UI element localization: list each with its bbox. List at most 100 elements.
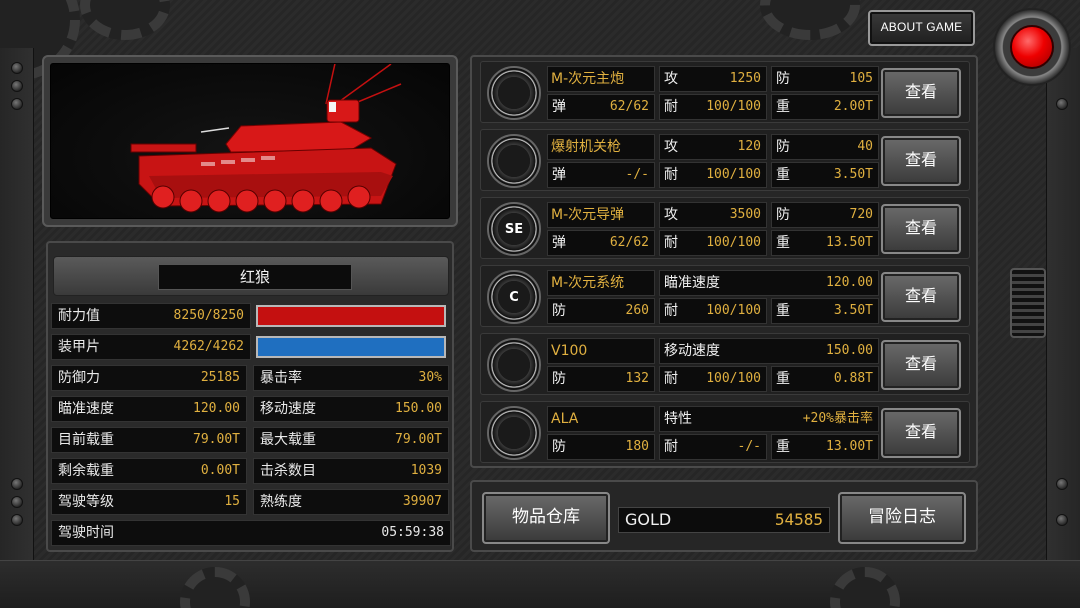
weight-cell: 重 13.50T [771,230,879,256]
weight-cell: 重 2.00T [771,94,879,120]
equipment-row: V100 移动速度 150.00 防 132 耐 100/100 重 0.88T 查看 [480,333,970,395]
stat-value: 30% [418,370,442,385]
durability-cell: 耐 100/100 [659,298,767,324]
ammo-value: 132 [625,371,649,386]
equipment-name-cell: M-次元导弹 [547,202,655,228]
defense-label: 防 [776,207,790,223]
right-rail [1046,48,1080,568]
ammo-cell: 防 260 [547,298,655,324]
equipment-attr-cell: 瞄准速度 120.00 [659,270,879,296]
main-cannon-icon [487,66,541,120]
about-game-button[interactable]: ABOUT GAME [868,10,975,46]
stat-cell: 击杀数目 1039 [253,458,449,484]
weight-label: 重 [776,303,790,319]
view-button[interactable]: 查看 [881,204,961,254]
gold-display: GOLD 54585 [618,507,830,533]
durability-value: 100/100 [706,371,761,386]
red-round-button[interactable] [993,8,1071,86]
equipment-name-cell: 爆射机关枪 [547,134,655,160]
equipment-name: ALA [551,411,579,427]
view-button[interactable]: 查看 [881,68,961,118]
stat-cell: 移动速度 150.00 [253,396,449,422]
rivet [11,62,23,74]
stat-label: 最大载重 [260,432,316,448]
left-rail [0,48,34,568]
defense-value: 40 [857,139,873,154]
rivet [11,514,23,526]
defense-value: 720 [849,207,873,222]
stat-value: 79.00T [193,432,240,447]
view-button[interactable]: 查看 [881,136,961,186]
hp-bar-fill [258,307,444,325]
defense-cell: 防 40 [771,134,879,160]
stat-value: 79.00T [395,432,442,447]
attr-value: 150.00 [826,343,873,358]
gear-decoration [80,0,170,40]
equipment-name: V100 [551,343,588,359]
stat-cell: 防御力 25185 [51,365,247,391]
durability-value: 100/100 [706,167,761,182]
tank-display-frame [42,55,458,227]
view-button[interactable]: 查看 [881,272,961,322]
stat-cell: 最大载重 79.00T [253,427,449,453]
equipment-name: M-次元主炮 [551,71,625,87]
view-button[interactable]: 查看 [881,340,961,390]
durability-label: 耐 [664,439,678,455]
red-tank-image [130,64,402,213]
ammo-cell: 防 132 [547,366,655,392]
durability-label: 耐 [664,167,678,183]
rivet [11,80,23,92]
stat-label: 击杀数目 [260,463,316,479]
view-button[interactable]: 查看 [881,408,961,458]
stat-value: 1039 [410,463,442,478]
gear-decoration [760,0,860,40]
rivet [1056,514,1068,526]
weight-label: 重 [776,99,790,115]
stat-cell: 暴击率 30% [253,365,449,391]
attack-value: 1250 [729,71,761,86]
drive-time-value: 05:59:38 [381,525,444,540]
stat-label: 瞄准速度 [58,401,114,417]
stat-value: 120.00 [193,401,240,416]
attr-label: 特性 [664,411,692,427]
equipment-name: 爆射机关枪 [551,139,621,155]
ammo-cell: 弹 62/62 [547,94,655,120]
attack-cell: 攻 120 [659,134,767,160]
stat-value: 25185 [200,370,240,385]
stat-label: 移动速度 [260,401,316,417]
durability-cell: 耐 100/100 [659,366,767,392]
weight-cell: 重 3.50T [771,298,879,324]
ammo-value: 260 [625,303,649,318]
equipment-row: 爆射机关枪 攻 120 防 40 弹 -/- 耐 100/100 重 3.50T 查看 [480,129,970,191]
ammo-label: 防 [552,439,566,455]
ammo-value: 180 [625,439,649,454]
stat-label: 目前载重 [58,432,114,448]
armor-row: 装甲片 4262/4262 [51,334,251,360]
defense-label: 防 [776,71,790,87]
armor-value: 4262/4262 [173,339,244,354]
tank-name: 红狼 [158,264,352,290]
equipment-name-cell: M-次元系统 [547,270,655,296]
rivet [11,496,23,508]
hp-value: 8250/8250 [173,308,244,323]
engine-icon [487,338,541,392]
stat-cell: 目前载重 79.00T [51,427,247,453]
weight-value: 13.50T [826,235,873,250]
durability-value: 100/100 [706,303,761,318]
durability-label: 耐 [664,99,678,115]
attr-label: 瞄准速度 [664,275,720,291]
inventory-button[interactable]: 物品仓库 [482,492,610,544]
defense-cell: 防 105 [771,66,879,92]
ammo-label: 弹 [552,235,566,251]
weight-value: 3.50T [833,167,873,182]
adventure-log-button[interactable]: 冒险日志 [838,492,966,544]
stat-value: 150.00 [395,401,442,416]
ammo-cell: 弹 -/- [547,162,655,188]
ammo-value: 62/62 [609,235,649,250]
attack-label: 攻 [664,207,678,223]
name-strip: 红狼 [53,256,449,296]
machine-gun-icon [487,134,541,188]
stats-panel: 红狼 耐力值 8250/8250 装甲片 4262/4262 防御力 25185 暴… [46,241,454,552]
stat-cell: 瞄准速度 120.00 [51,396,247,422]
stat-cell: 熟练度 39907 [253,489,449,515]
